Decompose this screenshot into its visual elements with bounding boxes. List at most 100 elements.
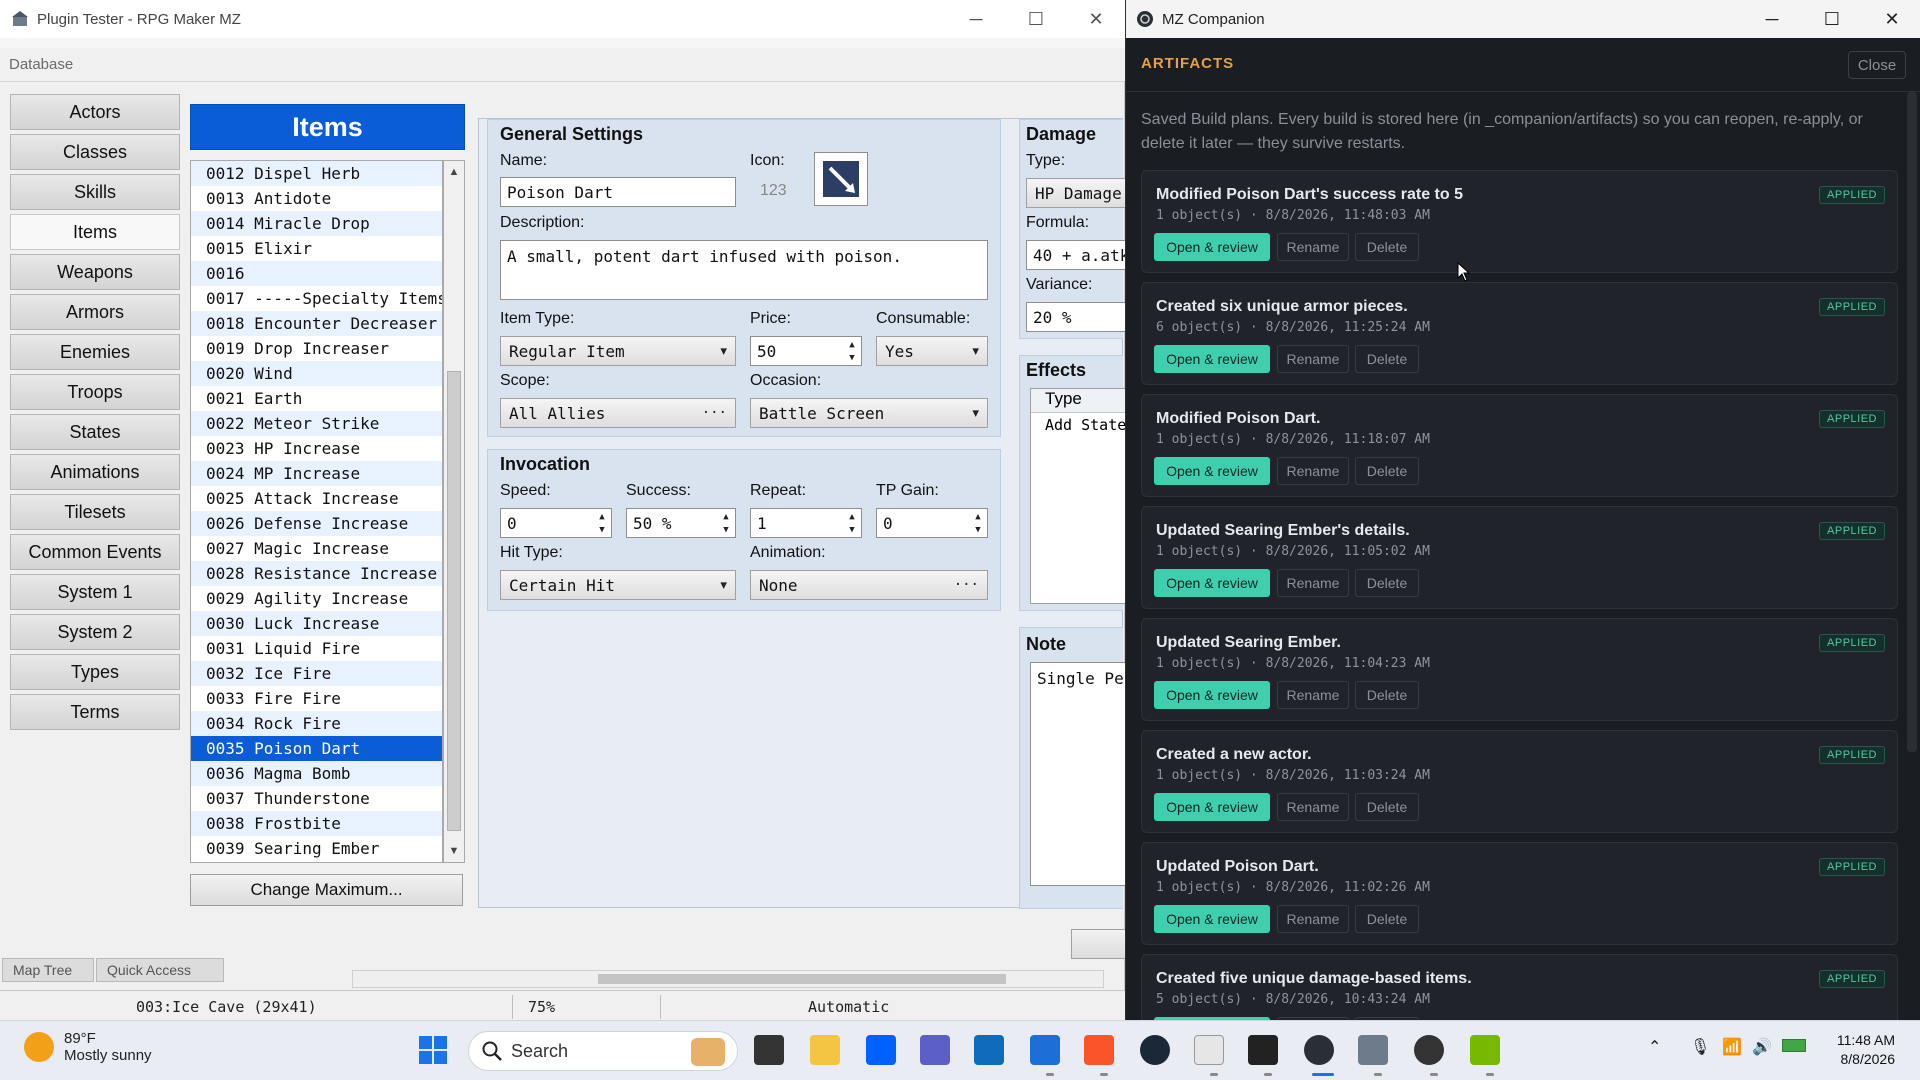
- category-types[interactable]: Types: [10, 654, 180, 690]
- list-item[interactable]: 0018 Encounter Decreaser: [191, 311, 442, 336]
- maximize-button[interactable]: ☐: [1006, 0, 1066, 38]
- category-actors[interactable]: Actors: [10, 94, 180, 130]
- list-item[interactable]: 0034 Rock Fire: [191, 711, 442, 736]
- list-item[interactable]: 0014 Miracle Drop: [191, 211, 442, 236]
- companion-scrollbar[interactable]: [1907, 92, 1917, 752]
- delete-button[interactable]: Delete: [1355, 345, 1419, 373]
- dropbox-icon[interactable]: [866, 1035, 896, 1065]
- items-scrollbar[interactable]: ▲ ▼: [443, 160, 465, 863]
- category-troops[interactable]: Troops: [10, 374, 180, 410]
- occasion-select[interactable]: Battle Screen ▼: [750, 398, 988, 428]
- nvidia-icon[interactable]: [1470, 1035, 1500, 1065]
- open-review-button[interactable]: Open & review: [1154, 345, 1270, 373]
- close-button[interactable]: ✕: [1862, 0, 1920, 38]
- list-item[interactable]: 0019 Drop Increaser: [191, 336, 442, 361]
- list-item[interactable]: 0026 Defense Increase: [191, 511, 442, 536]
- taskbar-search[interactable]: Search: [468, 1031, 738, 1071]
- delete-button[interactable]: Delete: [1355, 793, 1419, 821]
- note-field[interactable]: Single Pers: [1030, 662, 1130, 886]
- tab-map-tree[interactable]: Map Tree: [2, 958, 94, 982]
- success-stepper[interactable]: 50 % ▲ ▼: [626, 508, 736, 538]
- open-review-button[interactable]: Open & review: [1154, 793, 1270, 821]
- list-item[interactable]: 0016: [191, 261, 442, 286]
- scroll-up-arrow-icon[interactable]: ▲: [447, 165, 461, 179]
- list-item[interactable]: 0035 Poison Dart: [191, 736, 442, 761]
- close-button[interactable]: ✕: [1066, 0, 1126, 38]
- teams-icon[interactable]: [920, 1035, 950, 1065]
- list-item[interactable]: 0028 Resistance Increase: [191, 561, 442, 586]
- list-item[interactable]: 0027 Magic Increase: [191, 536, 442, 561]
- stepper-arrows-icon[interactable]: ▲ ▼: [846, 511, 858, 537]
- hscroll-thumb[interactable]: [598, 974, 1006, 984]
- consumable-select[interactable]: Yes ▼: [876, 336, 988, 366]
- effects-table[interactable]: Type Add State: [1030, 388, 1130, 604]
- app-icon-cat[interactable]: [1194, 1035, 1224, 1065]
- scroll-down-arrow-icon[interactable]: ▼: [447, 844, 461, 858]
- rename-button[interactable]: Rename: [1277, 681, 1349, 709]
- rename-button[interactable]: Rename: [1277, 905, 1349, 933]
- horizontal-scrollbar[interactable]: [352, 970, 1104, 988]
- open-review-button[interactable]: Open & review: [1154, 681, 1270, 709]
- rpg-maker-taskbar-icon[interactable]: [1358, 1035, 1388, 1065]
- list-item[interactable]: 0037 Thunderstone: [191, 786, 442, 811]
- wifi-icon[interactable]: 📶: [1722, 1037, 1742, 1057]
- list-item[interactable]: 0023 HP Increase: [191, 436, 442, 461]
- effects-row[interactable]: Add State: [1031, 413, 1129, 439]
- volume-icon[interactable]: 🔊: [1752, 1037, 1772, 1057]
- category-enemies[interactable]: Enemies: [10, 334, 180, 370]
- microphone-icon[interactable]: 🎙: [1690, 1037, 1710, 1057]
- task-view-icon[interactable]: [754, 1035, 784, 1065]
- terminal-icon[interactable]: [1248, 1035, 1278, 1065]
- obs-icon[interactable]: [1414, 1035, 1444, 1065]
- delete-button[interactable]: Delete: [1355, 905, 1419, 933]
- list-item[interactable]: 0039 Searing Ember: [191, 836, 442, 861]
- category-states[interactable]: States: [10, 414, 180, 450]
- list-item[interactable]: 0021 Earth: [191, 386, 442, 411]
- list-item[interactable]: 0038 Frostbite: [191, 811, 442, 836]
- category-skills[interactable]: Skills: [10, 174, 180, 210]
- stepper-arrows-icon[interactable]: ▲ ▼: [846, 339, 858, 365]
- category-armors[interactable]: Armors: [10, 294, 180, 330]
- rename-button[interactable]: Rename: [1277, 457, 1349, 485]
- steam-icon[interactable]: [1140, 1035, 1170, 1065]
- stepper-arrows-icon[interactable]: ▲ ▼: [596, 511, 608, 537]
- stepper-arrows-icon[interactable]: ▲ ▼: [972, 511, 984, 537]
- list-item[interactable]: 0033 Fire Fire: [191, 686, 442, 711]
- list-item[interactable]: 0031 Liquid Fire: [191, 636, 442, 661]
- list-item[interactable]: 0036 Magma Bomb: [191, 761, 442, 786]
- battery-icon[interactable]: [1782, 1039, 1806, 1052]
- file-explorer-icon[interactable]: [810, 1035, 840, 1065]
- description-field[interactable]: A small, potent dart infused with poison…: [500, 240, 988, 300]
- category-animations[interactable]: Animations: [10, 454, 180, 490]
- open-review-button[interactable]: Open & review: [1154, 457, 1270, 485]
- list-item[interactable]: 0029 Agility Increase: [191, 586, 442, 611]
- rename-button[interactable]: Rename: [1277, 569, 1349, 597]
- name-field[interactable]: Poison Dart: [500, 177, 736, 207]
- rename-button[interactable]: Rename: [1277, 793, 1349, 821]
- item-type-select[interactable]: Regular Item ▼: [500, 336, 736, 366]
- clock[interactable]: 11:48 AM 8/8/2026: [1815, 1031, 1895, 1069]
- list-item[interactable]: 0030 Luck Increase: [191, 611, 442, 636]
- rename-button[interactable]: Rename: [1277, 345, 1349, 373]
- icon-picker[interactable]: [814, 152, 868, 206]
- list-item[interactable]: 0015 Elixir: [191, 236, 442, 261]
- items-list[interactable]: 0012 Dispel Herb 0013 Antidote 0014 Miracl…: [190, 160, 443, 863]
- list-item[interactable]: 0022 Meteor Strike: [191, 411, 442, 436]
- list-item[interactable]: 0020 Wind: [191, 361, 442, 386]
- delete-button[interactable]: Delete: [1355, 233, 1419, 261]
- windows-start-icon[interactable]: [418, 1035, 448, 1065]
- change-maximum-button[interactable]: Change Maximum...: [190, 874, 463, 906]
- brave-icon[interactable]: [1084, 1035, 1114, 1065]
- chevron-up-icon[interactable]: ⌃: [1648, 1037, 1661, 1057]
- list-item[interactable]: 0025 Attack Increase: [191, 486, 442, 511]
- price-stepper[interactable]: 50 ▲ ▼: [750, 336, 862, 366]
- maximize-button[interactable]: ☐: [1802, 0, 1862, 38]
- scope-select[interactable]: All Allies ···: [500, 398, 736, 428]
- open-review-button[interactable]: Open & review: [1154, 233, 1270, 261]
- companion-taskbar-icon[interactable]: [1304, 1035, 1334, 1065]
- category-system-1[interactable]: System 1: [10, 574, 180, 610]
- category-system-2[interactable]: System 2: [10, 614, 180, 650]
- delete-button[interactable]: Delete: [1355, 569, 1419, 597]
- delete-button[interactable]: Delete: [1355, 457, 1419, 485]
- category-items[interactable]: Items: [10, 214, 180, 250]
